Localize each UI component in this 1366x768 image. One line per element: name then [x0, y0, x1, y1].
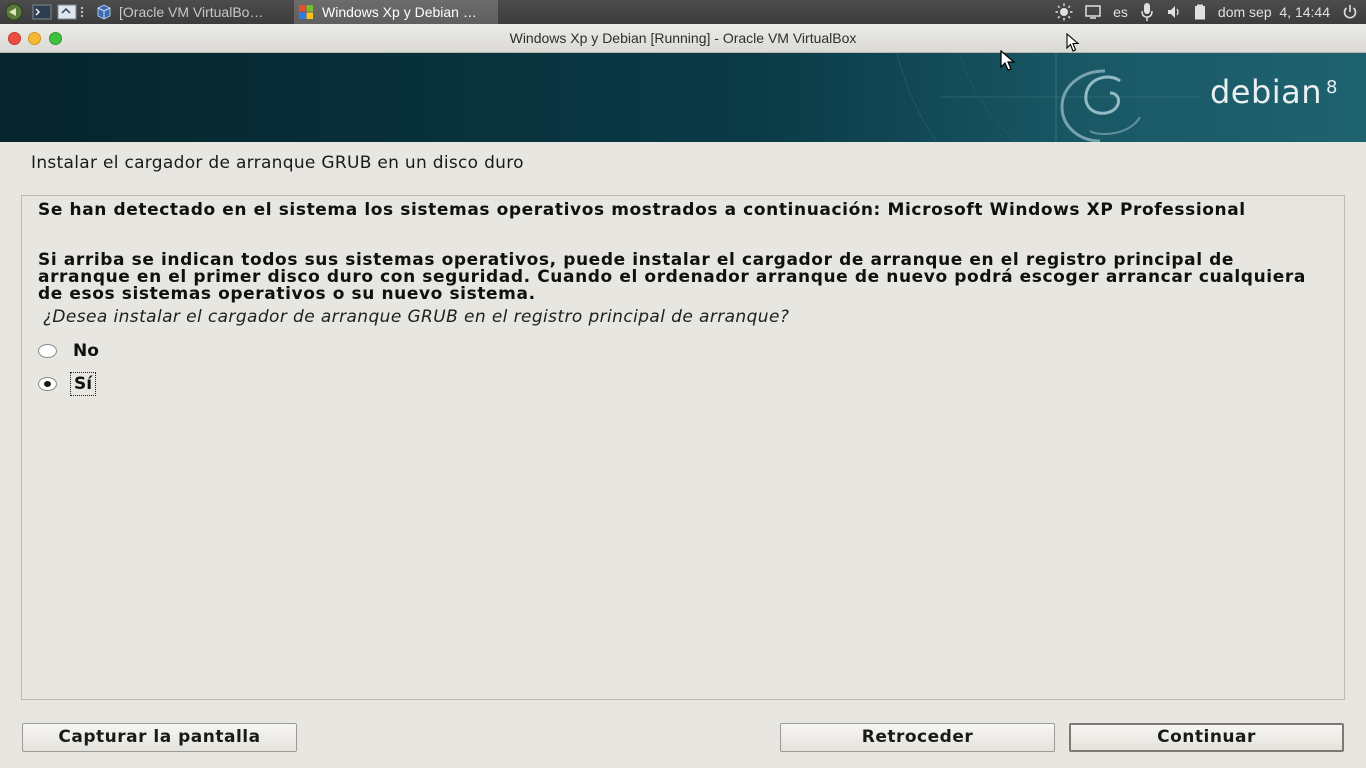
close-window-button[interactable] — [8, 32, 21, 45]
windows-xp-icon — [298, 4, 314, 20]
app-menu-icon[interactable] — [0, 0, 30, 24]
debian-logo-icon — [1060, 69, 1141, 142]
virtualbox-icon — [96, 4, 112, 20]
radio-button-si[interactable] — [38, 377, 57, 391]
back-button[interactable]: Retroceder — [780, 723, 1055, 752]
option-no-label[interactable]: No — [70, 340, 102, 362]
option-no[interactable]: No — [38, 340, 102, 362]
volume-icon[interactable] — [1160, 0, 1188, 24]
minimize-window-button[interactable] — [28, 32, 41, 45]
debian-wordmark: debian 8 — [1210, 73, 1338, 111]
battery-icon[interactable] — [1188, 0, 1212, 24]
keyboard-layout-indicator[interactable]: es — [1107, 4, 1134, 20]
option-si-label[interactable]: Sí — [70, 372, 97, 396]
grub-info-text: Si arriba se indican todos sus sistemas … — [38, 250, 1306, 304]
top-panel: [Oracle VM VirtualBo… Windows Xp y Debia… — [0, 0, 1366, 24]
debian-banner: debian 8 — [0, 53, 1366, 142]
taskbar-task-label: Windows Xp y Debian … — [322, 4, 477, 20]
taskbar-task-label: [Oracle VM VirtualBo… — [119, 4, 264, 20]
taskbar-task-virtualbox[interactable]: [Oracle VM VirtualBo… — [92, 0, 288, 24]
debian-swirl-decoration — [896, 53, 1366, 142]
window-title: Windows Xp y Debian [Running] - Oracle V… — [509, 30, 857, 46]
terminal-icon[interactable] — [30, 0, 54, 24]
brightness-icon[interactable] — [1049, 0, 1079, 24]
option-si[interactable]: Sí — [38, 372, 97, 396]
page-title: Instalar el cargador de arranque GRUB en… — [31, 153, 524, 173]
installer-content-panel: Se han detectado en el sistema los siste… — [21, 195, 1345, 700]
workspace-switcher-icon[interactable] — [54, 0, 92, 24]
screen-icon[interactable] — [1079, 0, 1107, 24]
microphone-icon[interactable] — [1134, 0, 1160, 24]
maximize-window-button[interactable] — [49, 32, 62, 45]
screenshot-button[interactable]: Capturar la pantalla — [22, 723, 297, 752]
mouse-cursor-icon — [1000, 50, 1016, 71]
debian-brand: debian — [1209, 73, 1323, 111]
clock[interactable]: dom sep 4, 14:44 — [1212, 4, 1336, 20]
mouse-cursor-icon — [1066, 33, 1080, 52]
continue-button[interactable]: Continuar — [1069, 723, 1344, 752]
detected-os-text: Se han detectado en el sistema los siste… — [38, 200, 1246, 220]
window-titlebar[interactable]: Windows Xp y Debian [Running] - Oracle V… — [0, 24, 1366, 53]
grub-question: ¿Desea instalar el cargador de arranque … — [43, 307, 790, 327]
taskbar-task-windows-xp-debian[interactable]: Windows Xp y Debian … — [294, 0, 498, 24]
debian-version: 8 — [1326, 77, 1338, 98]
power-icon[interactable] — [1336, 0, 1366, 24]
radio-button-no[interactable] — [38, 344, 57, 358]
